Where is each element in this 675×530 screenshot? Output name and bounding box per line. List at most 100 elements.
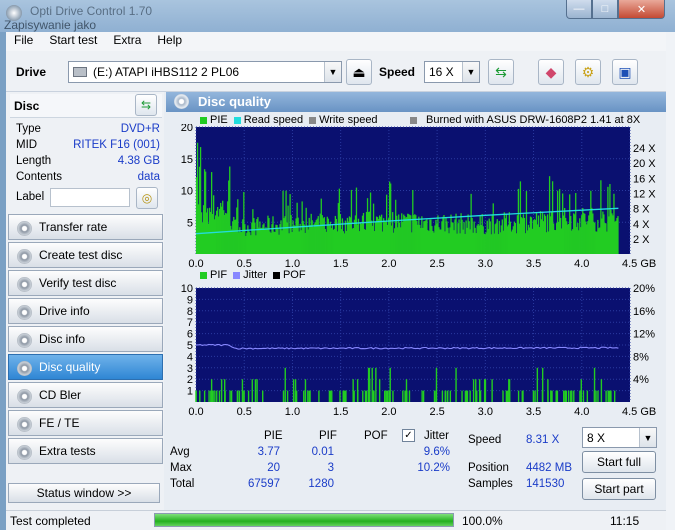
eject-button[interactable]: ⏏ bbox=[346, 59, 372, 85]
nav-disc-info[interactable]: Disc info bbox=[8, 326, 163, 352]
pif-bar bbox=[402, 390, 404, 402]
menu-help[interactable]: Help bbox=[149, 32, 190, 51]
pif-bar bbox=[362, 390, 364, 402]
disc-label-button[interactable]: ◎ bbox=[136, 187, 158, 209]
pif-bar bbox=[556, 390, 559, 402]
nav-create-test-disc[interactable]: Create test disc bbox=[8, 242, 163, 268]
eraser-icon: ◆ bbox=[545, 63, 557, 80]
pif-bar bbox=[509, 390, 511, 402]
pif-bar bbox=[329, 390, 332, 402]
disc-refresh-button[interactable]: ⇆ bbox=[135, 94, 157, 116]
pif-bar bbox=[608, 390, 610, 402]
stats-avg-label: Avg bbox=[170, 446, 190, 458]
refresh-icon: ⇆ bbox=[140, 98, 152, 112]
status-window-button[interactable]: Status window >> bbox=[8, 483, 160, 503]
refresh-icon: ⇆ bbox=[495, 63, 507, 80]
minimize-button[interactable]: — bbox=[566, 0, 592, 19]
panel-header: Disc quality bbox=[166, 92, 666, 112]
disc-contents-row: Contents data bbox=[16, 171, 160, 187]
pif-bar bbox=[449, 390, 452, 402]
drive-select[interactable]: (E:) ATAPI iHBS112 2 PL06 ▼ bbox=[68, 61, 342, 83]
drive-select-value: (E:) ATAPI iHBS112 2 PL06 bbox=[93, 65, 240, 79]
position-label: Position bbox=[468, 462, 509, 474]
pif-bar bbox=[236, 390, 239, 402]
disc-nav-icon bbox=[17, 361, 32, 376]
disc-type-value: DVD+R bbox=[120, 123, 160, 135]
nav-extra-tests[interactable]: Extra tests bbox=[8, 438, 163, 464]
nav-drive-info[interactable]: Drive info bbox=[8, 298, 163, 324]
stats-max-pif: 3 bbox=[327, 462, 334, 474]
disc-label-input[interactable] bbox=[50, 188, 130, 207]
y-tick-label: 1 bbox=[187, 386, 193, 398]
stats-total-pif: 1280 bbox=[308, 478, 334, 490]
speed-select[interactable]: 16 X ▼ bbox=[424, 61, 480, 83]
nav-verify-test-disc[interactable]: Verify test disc bbox=[8, 270, 163, 296]
pif-bar bbox=[372, 390, 375, 402]
start-part-button[interactable]: Start part bbox=[582, 478, 656, 500]
erase-button[interactable]: ◆ bbox=[538, 59, 564, 85]
x-tick-label: 4.5 GB bbox=[622, 258, 656, 270]
pif-bar bbox=[392, 390, 394, 402]
x-tick-label: 3.5 bbox=[526, 258, 541, 270]
x-tick-label: 3.5 bbox=[526, 406, 541, 418]
window-subtitle: Zapisywanie jako bbox=[4, 18, 97, 32]
pif-bar bbox=[378, 379, 381, 402]
y-tick-label: 9 bbox=[187, 294, 193, 306]
close-button[interactable]: ✕ bbox=[618, 0, 665, 19]
y-tick-label: 5 bbox=[187, 340, 193, 352]
title-bar: Opti Drive Control 1.70 Zapisywanie jako… bbox=[0, 0, 675, 32]
speed-select-value: 16 X bbox=[429, 65, 454, 79]
menu-start-test[interactable]: Start test bbox=[41, 32, 105, 51]
pif-bar bbox=[455, 367, 457, 402]
pif-bar bbox=[247, 390, 250, 402]
pif-bar bbox=[505, 390, 508, 402]
pif-bar bbox=[199, 390, 201, 402]
gears-icon: ⚙ bbox=[581, 63, 595, 80]
nav-disc-quality[interactable]: Disc quality bbox=[8, 354, 163, 380]
stats-total-pie: 67597 bbox=[248, 478, 280, 490]
x-tick-label: 2.0 bbox=[381, 258, 396, 270]
stats-avg-pif: 0.01 bbox=[311, 446, 334, 458]
x-tick-label: 0.0 bbox=[188, 406, 203, 418]
menu-file[interactable]: File bbox=[6, 32, 41, 51]
refresh-button[interactable]: ⇆ bbox=[488, 59, 514, 85]
legend-pie-swatch bbox=[200, 116, 207, 124]
pif-bar bbox=[365, 390, 368, 402]
pif-bar bbox=[547, 379, 549, 402]
menu-extra[interactable]: Extra bbox=[105, 32, 149, 51]
pif-bar bbox=[475, 390, 478, 402]
samples-value: 141530 bbox=[526, 478, 565, 490]
pif-bar bbox=[479, 390, 481, 402]
pif-bar bbox=[318, 390, 320, 402]
x-tick-label: 2.5 bbox=[429, 406, 444, 418]
nav-fe-te[interactable]: FE / TE bbox=[8, 410, 163, 436]
save-button[interactable]: ▣ bbox=[612, 59, 638, 85]
disc-quality-panel: Disc quality PIE Read speed Write speed … bbox=[164, 92, 666, 510]
maximize-button[interactable]: □ bbox=[592, 0, 618, 19]
drive-icon bbox=[73, 67, 87, 77]
stats-max-pie: 20 bbox=[267, 462, 280, 474]
y-tick-label: 7 bbox=[187, 317, 193, 329]
disc-length-key: Length bbox=[16, 155, 52, 167]
pif-bar bbox=[309, 390, 311, 402]
settings-button[interactable]: ⚙ bbox=[575, 59, 601, 85]
disc-length-row: Length 4.38 GB bbox=[16, 155, 160, 171]
disc-icon: ◎ bbox=[141, 191, 153, 205]
status-text: Test completed bbox=[10, 514, 91, 528]
test-speed-select[interactable]: 8 X ▼ bbox=[582, 427, 657, 448]
y-right-tick-label: 4 X bbox=[633, 219, 650, 231]
nav-transfer-rate[interactable]: Transfer rate bbox=[8, 214, 163, 240]
x-tick-label: 3.0 bbox=[478, 406, 493, 418]
toolbar: Drive (E:) ATAPI iHBS112 2 PL06 ▼ ⏏ Spee… bbox=[6, 51, 666, 92]
y-right-tick-label: 4% bbox=[633, 374, 649, 386]
x-tick-label: 4.0 bbox=[574, 406, 589, 418]
jitter-checkbox[interactable]: ✓ bbox=[402, 429, 415, 442]
nav-cd-bler[interactable]: CD Bler bbox=[8, 382, 163, 408]
pif-bar bbox=[195, 390, 197, 402]
y-right-tick-label: 8 X bbox=[633, 203, 650, 215]
start-full-button[interactable]: Start full bbox=[582, 451, 656, 473]
x-tick-label: 1.5 bbox=[333, 406, 348, 418]
pif-bar bbox=[342, 390, 344, 402]
y-tick-label: 10 bbox=[181, 283, 193, 295]
disc-contents-value: data bbox=[137, 171, 160, 183]
